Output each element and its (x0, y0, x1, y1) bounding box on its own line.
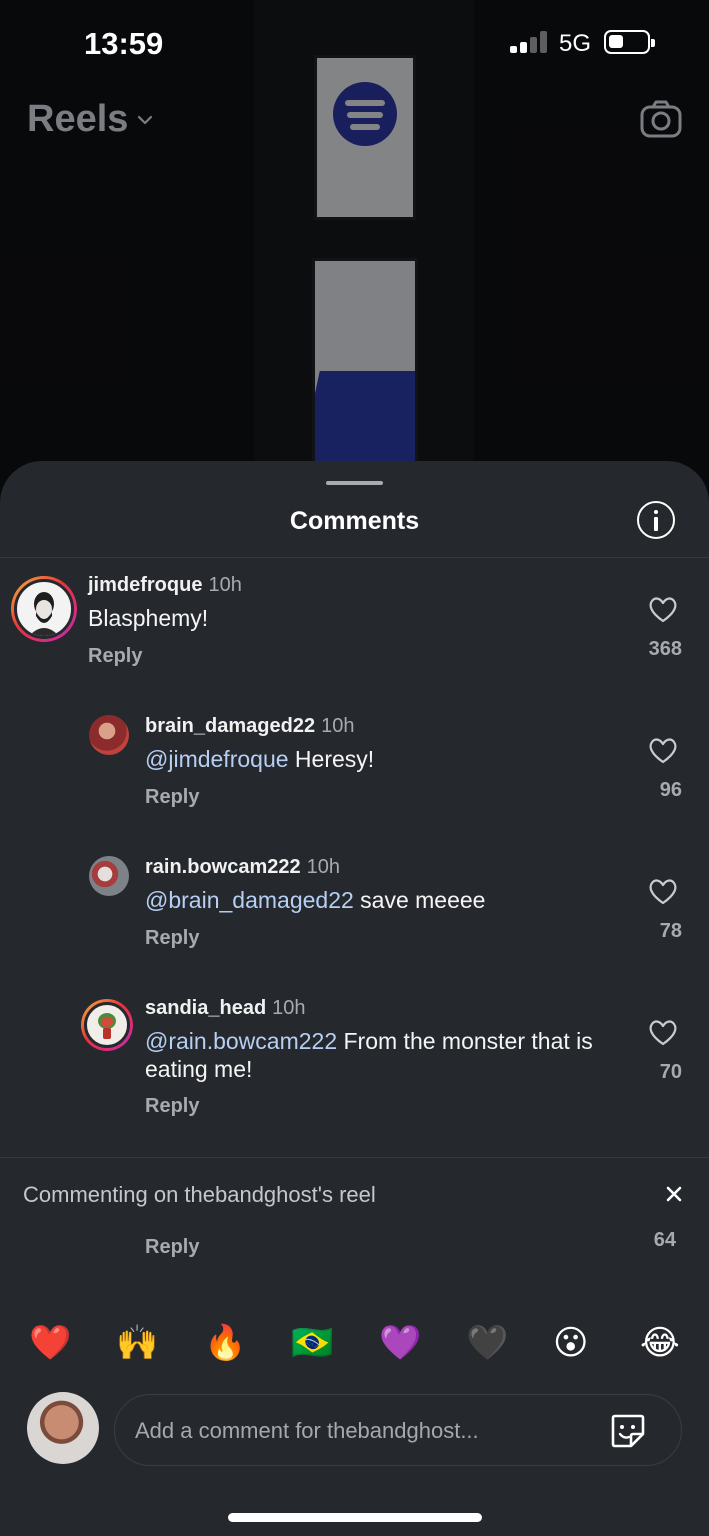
comment-text: @brain_damaged22 save meeee (145, 887, 486, 913)
comment-item: sandia_head 10h @rain.bowcam222 From the … (0, 997, 709, 1127)
avatar[interactable] (89, 715, 129, 755)
emoji-fire[interactable]: 🔥 (204, 1323, 246, 1363)
home-indicator (228, 1513, 482, 1522)
camera-icon[interactable] (640, 100, 682, 138)
status-time: 13:59 (84, 26, 164, 61)
sheet-grabber[interactable] (326, 481, 383, 485)
divider (0, 557, 709, 558)
emoji-raised-hands[interactable]: 🙌 (116, 1323, 158, 1363)
sheet-title: Comments (289, 507, 420, 535)
avatar[interactable] (89, 856, 129, 896)
sticker-icon[interactable] (609, 1412, 647, 1450)
commenting-on-label: Commenting on thebandghost's reel (23, 1182, 376, 1207)
my-avatar (27, 1392, 99, 1464)
reply-button[interactable]: Reply (145, 786, 199, 809)
comment-composer (114, 1394, 682, 1466)
heart-icon[interactable] (648, 1019, 678, 1046)
close-icon[interactable] (664, 1184, 684, 1204)
comments-sheet: Comments jimdefroque 10h Blasphemy! Reply… (0, 461, 709, 1536)
emoji-surprised[interactable]: 😮 (553, 1323, 588, 1363)
heart-icon[interactable] (648, 737, 678, 764)
emoji-black-heart[interactable]: 🖤 (466, 1323, 508, 1363)
comment-username[interactable]: brain_damaged22 10h (145, 715, 354, 738)
comment-item: brain_damaged22 10h @jimdefroque Heresy! … (0, 715, 709, 815)
reply-button[interactable]: Reply (145, 1095, 199, 1118)
like-count: 368 (648, 638, 682, 660)
heart-icon[interactable] (648, 596, 678, 623)
divider (0, 1157, 709, 1158)
comment-username[interactable]: jimdefroque 10h (88, 574, 242, 597)
avatar[interactable] (11, 576, 77, 642)
comment-text: @jimdefroque Heresy! (145, 746, 375, 772)
reply-button[interactable]: Reply (88, 645, 142, 668)
chevron-down-icon[interactable] (137, 112, 153, 128)
like-count: 70 (659, 1061, 682, 1083)
like-count: 64 (653, 1229, 676, 1251)
like-count: 78 (659, 920, 682, 942)
emoji-brazil-flag[interactable]: 🇧🇷 (291, 1323, 333, 1363)
battery-icon (604, 30, 655, 54)
heart-icon[interactable] (648, 878, 678, 905)
comment-text: @rain.bowcam222 From the monster that is… (145, 1028, 593, 1082)
info-icon[interactable] (637, 501, 675, 539)
comment-item: jimdefroque 10h Blasphemy! Reply 368 (0, 574, 709, 674)
emoji-quick-bar: ❤️ 🙌 🔥 🇧🇷 💜 🖤 😮 😂 (0, 1323, 709, 1367)
reply-button[interactable]: Reply (145, 927, 199, 950)
comment-item: rain.bowcam222 10h @brain_damaged22 save … (0, 856, 709, 956)
mention-link[interactable]: @rain.bowcam222 (145, 1028, 337, 1054)
network-type: 5G (559, 30, 592, 57)
emoji-laughing[interactable]: 😂 (640, 1323, 680, 1363)
comment-text: Blasphemy! (88, 605, 209, 631)
emoji-heart[interactable]: ❤️ (29, 1323, 71, 1363)
avatar[interactable] (81, 999, 133, 1051)
comment-input[interactable] (135, 1411, 605, 1451)
mention-link[interactable]: @jimdefroque (145, 746, 289, 772)
mention-link[interactable]: @brain_damaged22 (145, 887, 354, 913)
status-bar: 13:59 5G (0, 0, 709, 88)
comment-username[interactable]: sandia_head 10h (145, 997, 306, 1020)
emoji-purple-heart[interactable]: 💜 (379, 1323, 421, 1363)
reply-button[interactable]: Reply (145, 1236, 199, 1259)
signal-icon (510, 31, 548, 53)
comment-username[interactable]: rain.bowcam222 10h (145, 856, 340, 879)
like-count: 96 (659, 779, 682, 801)
reels-title[interactable]: Reels (27, 98, 128, 141)
